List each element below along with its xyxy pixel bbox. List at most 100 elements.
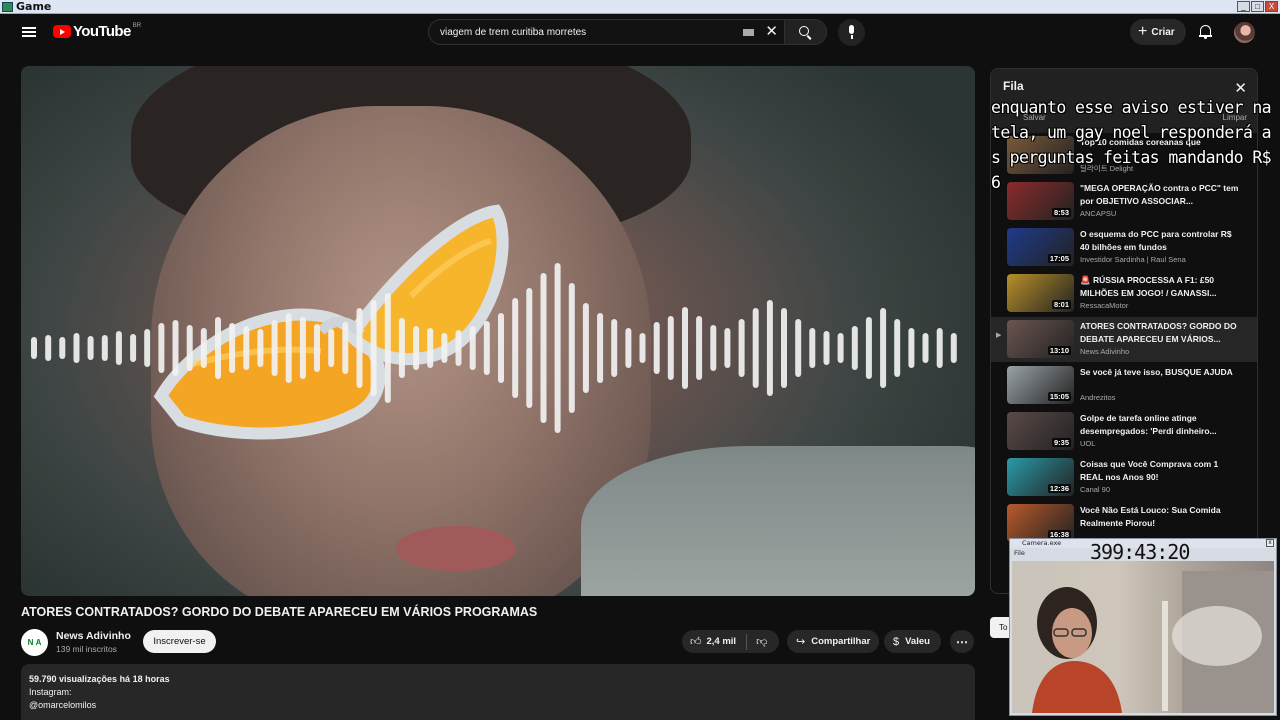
clear-search-icon[interactable]: ✕ [765,24,778,40]
view-stats: 59.790 visualizações há 18 horas [29,674,170,684]
channel-avatar[interactable]: N A [21,629,48,656]
like-button[interactable]: 👍︎ 2,4 mil [682,635,736,648]
queue-item-title: O esquema do PCC para controlar R$ 40 bi… [1080,229,1232,252]
waveform-bar [837,333,844,363]
subscribe-button[interactable]: Inscrever-se [143,630,216,653]
video-title: ATORES CONTRATADOS? GORDO DO DEBATE APAR… [21,605,538,619]
waveform-bar [894,319,901,377]
channel-name[interactable]: News Adivinho [56,630,131,642]
waveform-bar [512,298,519,398]
queue-item[interactable]: 12:36 Coisas que Você Comprava com 1 REAL… [991,455,1257,500]
stream-overlay-text: enquanto esse aviso estiver na tela, um … [991,98,1272,192]
queue-item[interactable]: 17:05 O esquema do PCC para controlar R$ … [991,225,1257,270]
waveform-bar [413,326,420,370]
waveform-bar [823,331,830,365]
queue-item[interactable]: ▶ 13:10 ATORES CONTRATADOS? GORDO DO DEBAT… [991,317,1257,362]
share-icon: ↪ [796,636,806,648]
plus-icon: + [1138,23,1148,40]
waveform-bar [582,303,589,393]
description-box[interactable]: 59.790 visualizações há 18 horas Instagr… [21,664,975,720]
waveform-bar [200,328,207,368]
queue-item[interactable]: 9:35 Golpe de tarefa online atinge desemp… [991,409,1257,454]
queue-thumbnail: 12:36 [1007,458,1074,496]
waveform-bar [398,318,405,378]
waveform-bar [483,321,490,375]
waveform-bar [115,331,122,365]
search-input[interactable]: viagem de trem curitiba morretes ✕ [428,19,785,45]
sunglasses-graphic [153,204,509,440]
minimize-button[interactable]: _ [1237,1,1250,12]
side-tab[interactable]: To [990,617,1010,638]
description-line: Instagram: [29,687,72,697]
webcam-feed [1012,561,1274,713]
queue-item[interactable]: 8:01 🚨 RÚSSIA PROCESSA A F1: £50 MILHÕES … [991,271,1257,316]
waveform-bar [611,319,618,377]
queue-item[interactable]: 15:05 Se você já teve isso, BUSQUE AJUDA A… [991,363,1257,408]
waveform-bar [31,337,37,359]
webcam-window[interactable]: Camera.exe x File 399:43:20 [1009,538,1277,716]
waveform-bar [427,328,434,368]
queue-item-channel: ANCAPSU [1080,209,1117,218]
account-avatar[interactable] [1234,22,1255,43]
waveform-bar [455,330,462,366]
waveform-bar [229,323,236,373]
waveform-bar [625,328,632,368]
waveform-bar [498,313,504,383]
region-code: BR [132,22,142,29]
search-icon [799,26,809,36]
channel-avatar-letter: N [27,638,34,647]
search-button[interactable] [785,19,827,45]
waveform-bar [59,337,66,359]
more-actions-button[interactable]: ⋯ [950,630,974,653]
keyboard-icon[interactable] [743,29,754,36]
waveform-bar [710,325,717,371]
waveform-bar [285,313,292,383]
share-button[interactable]: ↪ Compartilhar [787,630,879,653]
waveform-bar [314,324,320,372]
waveform-bar [299,317,306,379]
create-button[interactable]: + Criar [1130,19,1186,45]
waveform-bar [795,319,802,377]
queue-thumbnail: 9:35 [1007,412,1074,450]
waveform-bar [469,326,476,370]
webcam-close-button[interactable]: x [1266,539,1274,547]
search-bar: viagem de trem curitiba morretes ✕ [428,19,827,45]
voice-search-button[interactable] [838,19,865,46]
waveform-bar [271,320,278,376]
close-button[interactable]: X [1265,1,1278,12]
notifications-bell-icon[interactable] [1199,24,1212,39]
queue-item-title: Você Não Está Louco: Sua Comida Realment… [1080,505,1221,528]
close-icon[interactable]: ✕ [1234,81,1247,96]
queue-title: Fila [1003,79,1024,93]
logo-text: YouTube [73,23,131,40]
waveform-bar [667,316,674,380]
thumbs-down-icon[interactable]: 👎︎ [756,635,767,648]
maximize-button[interactable]: □ [1251,1,1264,12]
mic-icon [849,25,854,34]
duration-badge: 13:10 [1047,346,1071,355]
waveform-bar [851,326,858,370]
share-label: Compartilhar [811,636,871,647]
waveform-bar [922,333,929,363]
duration-badge: 17:05 [1047,254,1071,263]
menu-icon[interactable] [22,27,36,37]
window-titlebar: Game _ □ X [0,0,1280,14]
duration-badge: 15:05 [1047,392,1071,401]
thanks-button[interactable]: $ Valeu [884,630,941,653]
queue-thumbnail: 15:05 [1007,366,1074,404]
waveform-bar [87,336,94,360]
webcam-title: Camera.exe [1022,539,1062,547]
waveform-bar [880,308,887,388]
waveform-bar [682,307,688,389]
waveform-bar [752,308,759,388]
waveform-bar [243,326,250,370]
queue-item-title: Coisas que Você Comprava com 1 REAL nos … [1080,459,1219,482]
waveform-bar [554,263,561,433]
waveform-bar [908,328,915,368]
waveform-bar [540,273,547,423]
waveform-bar [568,283,575,413]
waveform-bar [172,320,179,376]
thanks-icon: $ [893,635,900,648]
video-player[interactable] [21,66,975,596]
youtube-logo[interactable]: YouTube BR [53,23,141,40]
